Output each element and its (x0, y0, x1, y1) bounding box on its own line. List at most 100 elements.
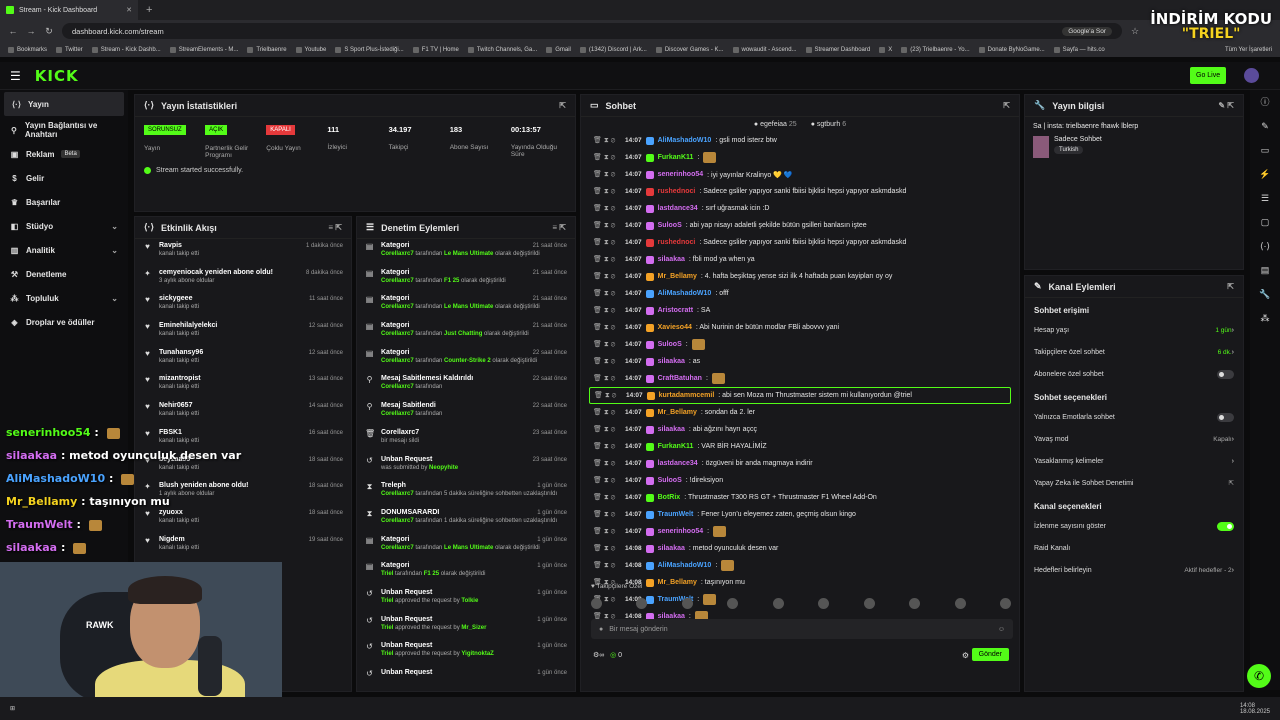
message-user[interactable]: BotRix (658, 494, 681, 501)
list-item[interactable]: ♥ Eminehilalyelekci kanalı takip etti 12 sa… (135, 319, 351, 346)
sidebar-item-chart[interactable]: ▥ Analitik ⌄ (0, 238, 128, 262)
message-user[interactable]: senerinhoo54 (658, 528, 704, 535)
message-user[interactable]: rushednoci (658, 239, 696, 246)
external-link-icon[interactable]: ⇱ (1229, 479, 1234, 487)
list-item[interactable]: ♥ Nigdem kanalı takip etti 19 saat önce (135, 533, 351, 560)
setting-toggle[interactable] (1217, 412, 1234, 422)
emote-icon[interactable] (772, 598, 784, 609)
bookmark-item[interactable]: Youtube (295, 46, 326, 53)
chat-message[interactable]: 🗑 ⧗ ⊘ 14:07 SulooS: abi yap nisayı adaletl… (581, 217, 1019, 234)
setting-row[interactable]: Yasaklanmış kelimeler › (1025, 450, 1243, 472)
chat-message[interactable]: 🗑 ⧗ ⊘ 14:07 lastdance34: özgüveni bir anda… (581, 455, 1019, 472)
message-user[interactable]: Aristocratt (658, 307, 693, 314)
wrench-icon[interactable]: 🔧 (1250, 282, 1280, 306)
message-mod-actions-icon[interactable]: 🗑 ⧗ ⊘ (593, 289, 621, 298)
settings-icon[interactable]: ⚙ (962, 651, 969, 660)
sidebar-item-studio[interactable]: ◧ Stüdyo ⌄ (0, 214, 128, 238)
star-icon[interactable]: ☆ (1130, 26, 1140, 37)
filter-icon[interactable]: ≡ ⇱ (552, 223, 566, 232)
emote-icon[interactable] (591, 598, 602, 609)
sidebar-item-community[interactable]: ⁂ Topluluk ⌄ (0, 286, 128, 310)
message-user[interactable]: FurkanK11 (658, 443, 694, 450)
pencil-icon[interactable]: ✎ (1250, 114, 1280, 138)
message-mod-actions-icon[interactable]: 🗑 ⧗ ⊘ (593, 374, 621, 383)
bookmark-item[interactable]: Bookmarks (8, 46, 47, 53)
bookmark-item[interactable]: wowaudit - Ascend... (732, 46, 797, 53)
forward-icon[interactable]: → (26, 26, 36, 36)
message-mod-actions-icon[interactable]: 🗑 ⧗ ⊘ (593, 153, 621, 162)
message-mod-actions-icon[interactable]: 🗑 ⧗ ⊘ (593, 238, 621, 247)
list-item[interactable]: ▤ Kategori Corellaxrc7 tarafından F1 25 ol… (357, 266, 575, 293)
message-mod-actions-icon[interactable]: 🗑 ⧗ ⊘ (593, 323, 621, 332)
menu-icon[interactable]: ☰ (10, 69, 21, 83)
chat-message[interactable]: 🗑 ⧗ ⊘ 14:07 lastdance34: sırf uğrasmak ici… (581, 200, 1019, 217)
list-item[interactable]: ↺ Unban Request Triel approved the request… (357, 586, 575, 613)
setting-row[interactable]: Hesap yaşı 1 gün › (1025, 319, 1243, 341)
close-tab-icon[interactable]: ✕ (126, 6, 132, 14)
list-item[interactable]: ▤ Kategori Corellaxrc7 tarafından Le Mans … (357, 533, 575, 560)
sidebar-item-hammer[interactable]: ⚒ Denetleme (0, 262, 128, 286)
emote-icon[interactable] (681, 598, 693, 609)
bolt-icon[interactable]: ⚡ (1250, 162, 1280, 186)
emote-icon[interactable] (999, 598, 1011, 609)
new-tab-icon[interactable]: + (146, 4, 152, 16)
reload-icon[interactable]: ↻ (44, 26, 54, 37)
message-mod-actions-icon[interactable]: 🗑 ⧗ ⊘ (594, 391, 622, 400)
emote-icon[interactable] (727, 598, 739, 609)
sidebar-item-gift[interactable]: ◈ Droplar ve ödüller (0, 310, 128, 334)
chat-message[interactable]: 🗑 ⧗ ⊘ 14:07 silaakaa: as (581, 353, 1019, 370)
back-icon[interactable]: ← (8, 26, 18, 36)
list-item[interactable]: ♥ Ravpis kanalı takip etti 1 dakika önce (135, 239, 351, 266)
list-item[interactable]: ♥ Tunahansy96 kanalı takip etti 12 saat önc… (135, 346, 351, 373)
chat-message[interactable]: 🗑 ⧗ ⊘ 14:07 Mr_Bellamy: sondan da 2. ler (581, 404, 1019, 421)
list-item[interactable]: ▤ Kategori Corellaxrc7 tarafından Le Mans … (357, 292, 575, 319)
message-user[interactable]: SulooS (658, 477, 682, 484)
message-mod-actions-icon[interactable]: 🗑 ⧗ ⊘ (593, 340, 621, 349)
message-user[interactable]: Mr_Bellamy (658, 579, 697, 586)
all-bookmarks[interactable]: Tüm Yer İşaretleri (1225, 47, 1272, 53)
info-icon[interactable]: ⓘ (1250, 90, 1280, 114)
message-user[interactable]: CraftBatuhan (658, 375, 702, 382)
filter-icon[interactable]: ≡ ⇱ (328, 223, 342, 232)
bookmark-item[interactable]: Gmail (546, 46, 571, 53)
bookmark-item[interactable]: Twitch Channels, Ga... (467, 46, 537, 53)
broadcast-icon[interactable]: ⟨·⟩ (1250, 234, 1280, 258)
message-mod-actions-icon[interactable]: 🗑 ⧗ ⊘ (593, 425, 621, 434)
chat-message[interactable]: 🗑 ⧗ ⊘ 14:07 kurtadammcemil: abi sen Moza m… (589, 387, 1011, 404)
list-item[interactable]: ▤ Kategori Corellaxrc7 tarafından Le Mans … (357, 239, 575, 266)
chat-message[interactable]: 🗑 ⧗ ⊘ 14:07 Mr_Bellamy: 4. hafta beşiktaş … (581, 268, 1019, 285)
popout-icon[interactable]: ⇱ (1003, 101, 1010, 110)
list-item[interactable]: ♥ mizantropist kanalı takip etti 13 saat ön… (135, 372, 351, 399)
emote-icon[interactable] (863, 598, 875, 609)
chat-message[interactable]: 🗑 ⧗ ⊘ 14:07 FurkanK11: VAR BİR HAYALİMİZ (581, 438, 1019, 455)
message-mod-actions-icon[interactable]: 🗑 ⧗ ⊘ (593, 408, 621, 417)
message-user[interactable]: silaakaa (658, 426, 685, 433)
emote-icon[interactable] (954, 598, 966, 609)
popout-icon[interactable]: ⇱ (559, 101, 566, 110)
chat-message[interactable]: 🗑 ⧗ ⊘ 14:07 silaakaa: abi ağzını hayrı açc… (581, 421, 1019, 438)
list-item[interactable]: 🗑 Corellaxrc7 bir mesajı sildi 23 saat önce (357, 426, 575, 453)
message-user[interactable]: senerinhoo54 (658, 171, 704, 178)
bookmark-item[interactable]: (23) Trielbaenre - Yo... (901, 46, 970, 53)
chat-message[interactable]: 🗑 ⧗ ⊘ 14:07 Xavieso44: Abi Nurinin de bütü… (581, 319, 1019, 336)
list-item[interactable]: ⧗ Treleph Corellaxrc7 tarafından 5 dakika … (357, 479, 575, 506)
message-user[interactable]: Mr_Bellamy (658, 409, 697, 416)
setting-row[interactable]: Yapay Zeka ile Sohbet Denetimi ⇱ (1025, 472, 1243, 494)
setting-row[interactable]: İzlenme sayısını göster (1025, 515, 1243, 537)
chat-message[interactable]: 🗑 ⧗ ⊘ 14:07 TraumWelt: Fener Lyon'u eleyem… (581, 506, 1019, 523)
message-user[interactable]: Mr_Bellamy (658, 273, 697, 280)
message-mod-actions-icon[interactable]: 🗑 ⧗ ⊘ (593, 272, 621, 281)
bookmark-item[interactable]: Trielbaenre (247, 46, 287, 53)
chat-message[interactable]: 🗑 ⧗ ⊘ 14:07 silaakaa: fbli mod ya when ya (581, 251, 1019, 268)
list-item[interactable]: ▤ Kategori Corellaxrc7 tarafından Just Cha… (357, 319, 575, 346)
message-mod-actions-icon[interactable]: 🗑 ⧗ ⊘ (593, 136, 621, 145)
emote-icon[interactable] (636, 598, 648, 609)
setting-row[interactable]: Hedefleri belirleyin Aktif hedefler - 2 › (1025, 559, 1243, 581)
sidebar-item-link[interactable]: ⚲ Yayın Bağlantısı ve Anahtarı (0, 118, 128, 142)
list-item[interactable]: ⚲ Mesaj Sabitlendi Corellaxrc7 tarafından 2… (357, 399, 575, 426)
chat-input[interactable]: ● Bir mesaj gönderin ☺ (591, 619, 1013, 639)
list-item[interactable]: ↺ Unban Request 1 gün önce (357, 666, 575, 691)
chat-message[interactable]: 🗑 ⧗ ⊘ 14:07 FurkanK11: (581, 149, 1019, 166)
chat-message[interactable]: 🗑 ⧗ ⊘ 14:08 silaakaa: metod oyunculuk dese… (581, 540, 1019, 557)
message-user[interactable]: kurtadammcemil (659, 392, 715, 399)
